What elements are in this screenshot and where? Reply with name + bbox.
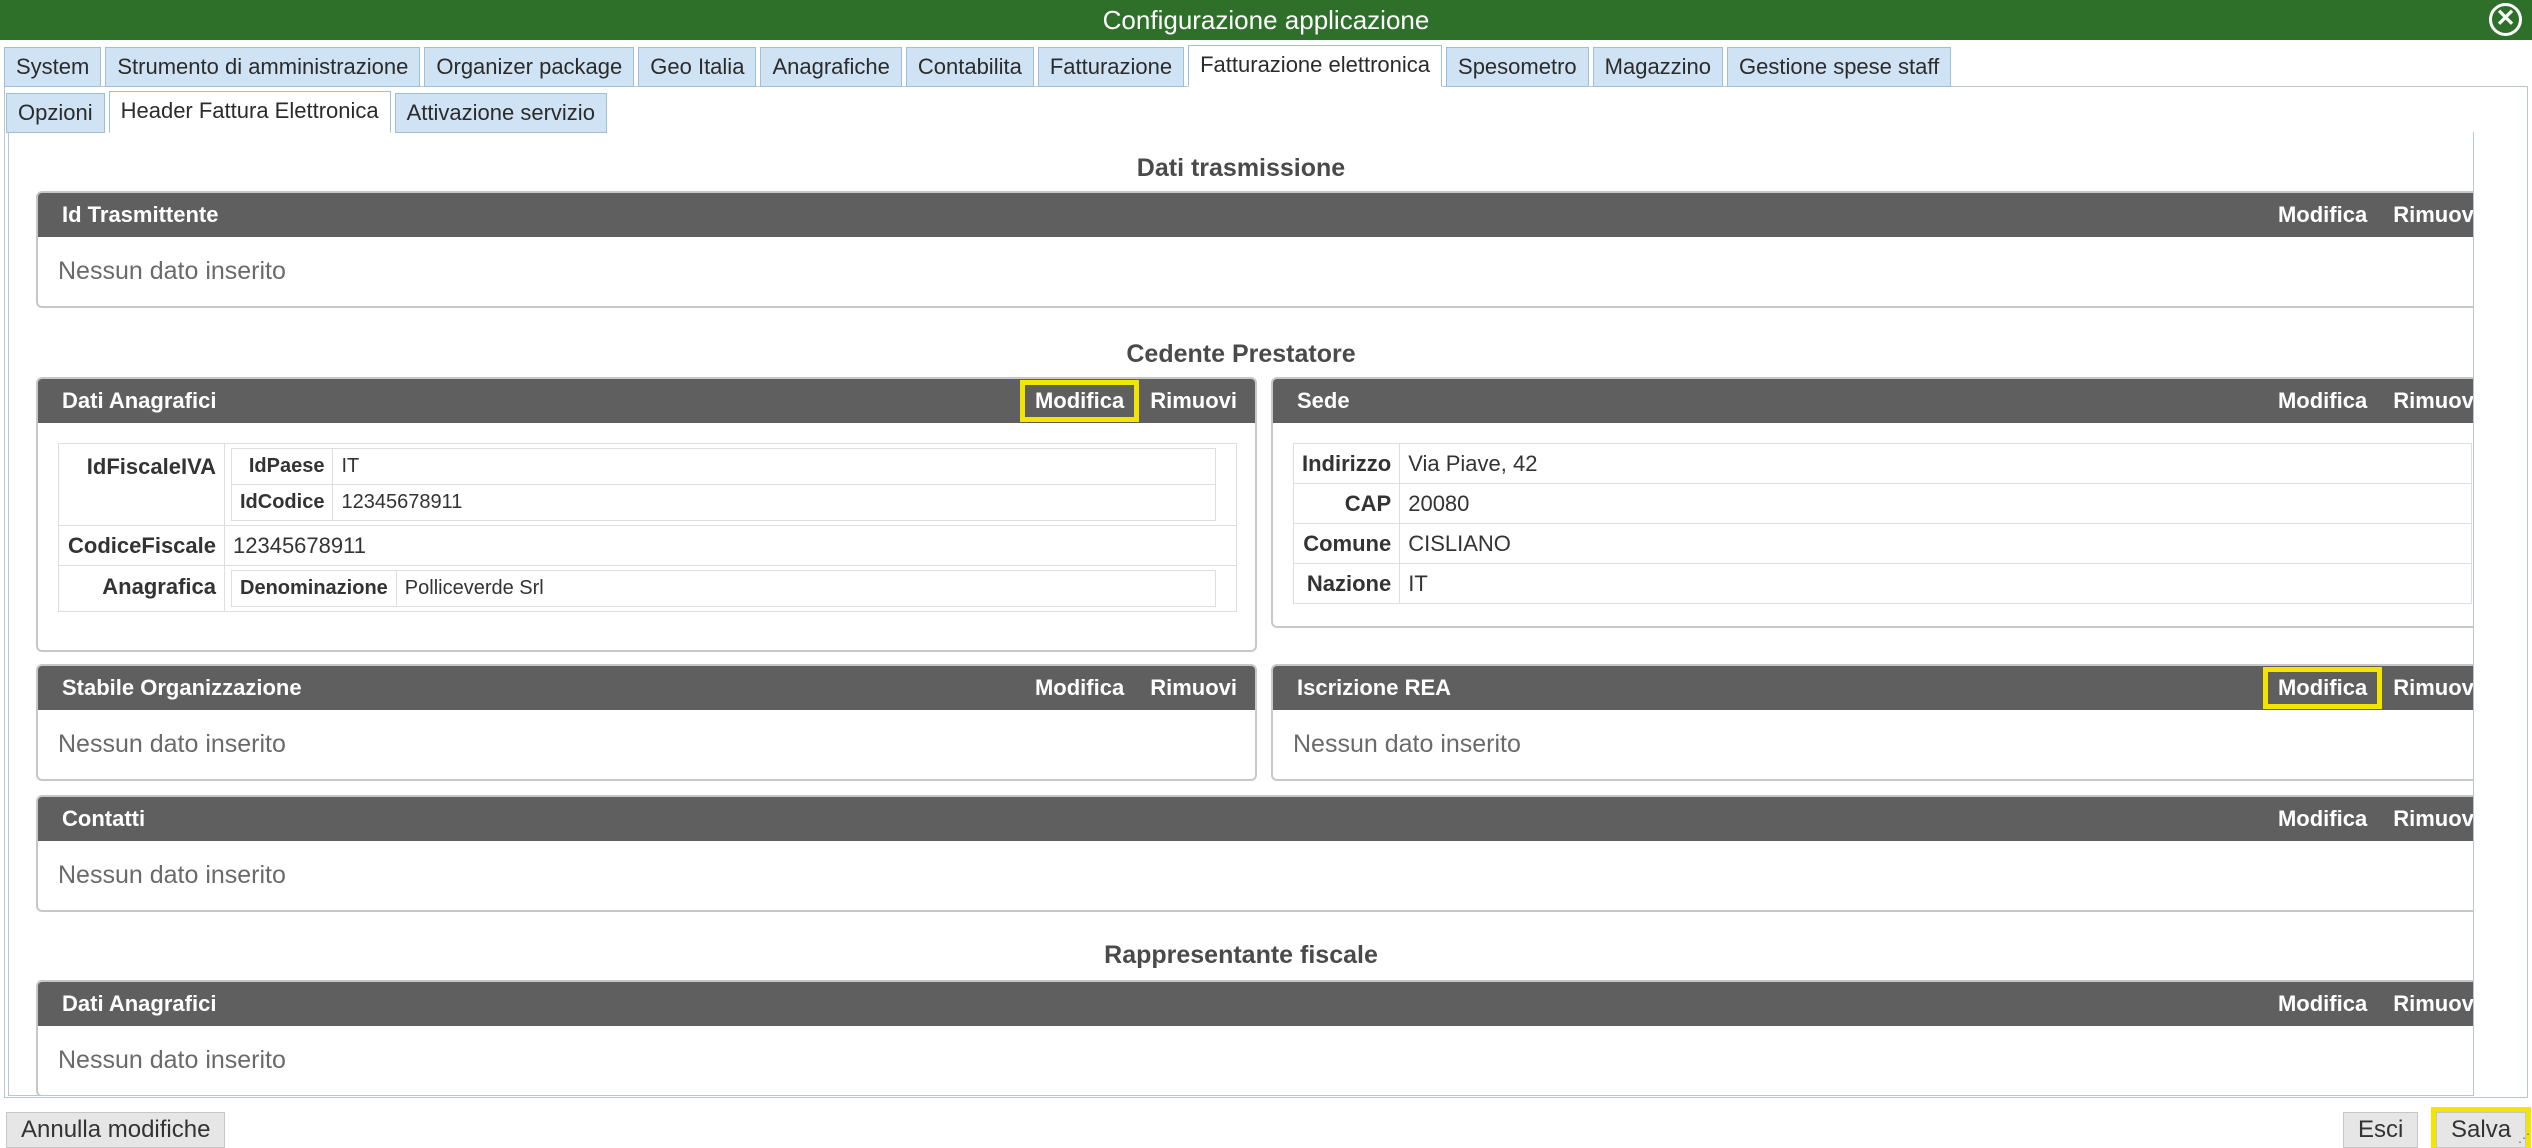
edit-button[interactable]: Modifica (2268, 385, 2377, 417)
panel-title: Stabile Organizzazione (62, 675, 302, 700)
remove-button[interactable]: Rimuovi (2383, 803, 2473, 835)
edit-button[interactable]: Modifica (2268, 199, 2377, 231)
field-value: IT (1399, 563, 2472, 604)
panel-header: Contatti Modifica Rimuovi (38, 797, 2473, 841)
section-title-cedente-prestatore: Cedente Prestatore (1126, 340, 1356, 368)
tab-contabilita[interactable]: Contabilita (905, 47, 1034, 87)
edit-button[interactable]: Modifica (1019, 380, 1140, 422)
field-label: CAP (1292, 483, 1401, 524)
panel-title: Id Trasmittente (62, 202, 219, 227)
window-title: Configurazione applicazione (1102, 5, 1430, 35)
panel-title: Dati Anagrafici (62, 388, 217, 413)
field-label: Anagrafica (58, 565, 225, 612)
field-value: CISLIANO (1399, 523, 2472, 564)
remove-button[interactable]: Rimuovi (1140, 385, 1247, 417)
field-label: Comune (1292, 523, 1401, 564)
tab-organizer-package[interactable]: Organizer package (424, 47, 635, 87)
field-value: IT (332, 448, 1216, 485)
field-value: 12345678911 (224, 525, 1237, 566)
panel-contatti: Contatti Modifica Rimuovi Nessun dato in… (36, 795, 2473, 912)
panel-header: Sede Modifica Rimuovi (1273, 379, 2473, 423)
tab-spesometro[interactable]: Spesometro (1446, 47, 1589, 87)
remove-button[interactable]: Rimuovi (2383, 385, 2473, 417)
empty-message: Nessun dato inserito (58, 257, 286, 285)
remove-button[interactable]: Rimuovi (2383, 988, 2473, 1020)
edit-button[interactable]: Modifica (2268, 988, 2377, 1020)
panel-stabile-organizzazione: Stabile Organizzazione Modifica Rimuovi … (36, 664, 1257, 781)
empty-message: Nessun dato inserito (1293, 730, 1521, 758)
tab-fatturazione-elettronica[interactable]: Fatturazione elettronica (1188, 45, 1443, 87)
panel-header: Iscrizione REA Modifica Rimuovi (1273, 666, 2473, 710)
sub-tabbar: Opzioni Header Fattura Elettronica Attiv… (6, 91, 611, 133)
tab-system[interactable]: System (4, 47, 102, 87)
subtab-opzioni[interactable]: Opzioni (6, 93, 105, 133)
header-fattura-form[interactable]: Dati trasmissione Id Trasmittente Modifi… (9, 133, 2473, 1095)
panel-title: Iscrizione REA (1297, 675, 1452, 700)
main-tabbar: System Strumento di amministrazione Orga… (4, 45, 1955, 87)
panel-id-trasmittente: Id Trasmittente Modifica Rimuovi Nessun … (36, 191, 2473, 308)
field-value: Via Piave, 42 (1399, 443, 2472, 484)
edit-button[interactable]: Modifica (2262, 667, 2383, 709)
edit-button[interactable]: Modifica (1025, 672, 1134, 704)
remove-button[interactable]: Rimuovi (2383, 672, 2473, 704)
sede-table: Indirizzo Via Piave, 42 CAP 20080 Comune… (1292, 443, 2472, 604)
panel-dati-anagrafici: Dati Anagrafici Modifica Rimuovi IdFisca… (36, 377, 1257, 652)
close-icon[interactable]: ✕ (2489, 3, 2522, 36)
panel-title: Contatti (62, 806, 146, 831)
tab-fatturazione[interactable]: Fatturazione (1037, 47, 1185, 87)
window-titlebar: Configurazione applicazione ✕ (0, 0, 2532, 40)
save-button[interactable]: Salva (2430, 1107, 2532, 1148)
remove-button[interactable]: Rimuovi (2383, 199, 2473, 231)
section-title-rappresentante-fiscale: Rappresentante fiscale (1104, 941, 1378, 969)
panel-rappresentante-dati-anagrafici: Dati Anagrafici Modifica Rimuovi Nessun … (36, 980, 2473, 1095)
tab-gestione-spese-staff[interactable]: Gestione spese staff (1727, 47, 1952, 87)
tab-anagrafiche[interactable]: Anagrafiche (760, 47, 902, 87)
field-value: 20080 (1399, 483, 2472, 524)
tab-magazzino[interactable]: Magazzino (1592, 47, 1724, 87)
subtab-header-fattura-elettronica[interactable]: Header Fattura Elettronica (108, 91, 391, 133)
field-value: 12345678911 (332, 484, 1216, 521)
panel-header: Stabile Organizzazione Modifica Rimuovi (38, 666, 1255, 710)
panel-title: Sede (1297, 388, 1350, 413)
panel-title: Dati Anagrafici (62, 991, 217, 1016)
cancel-changes-button[interactable]: Annulla modifiche (6, 1112, 226, 1148)
field-label: IdPaese (230, 448, 334, 485)
tab-strumento-amministrazione[interactable]: Strumento di amministrazione (105, 47, 421, 87)
footer-bar: Annulla modifiche Esci Salva ⋰ (0, 1104, 2532, 1148)
empty-message: Nessun dato inserito (58, 861, 286, 889)
field-label: Indirizzo (1292, 443, 1401, 484)
section-title-dati-trasmissione: Dati trasmissione (1136, 154, 1346, 182)
edit-button[interactable]: Modifica (2268, 803, 2377, 835)
panel-header: Dati Anagrafici Modifica Rimuovi (38, 982, 2473, 1026)
field-value: Polliceverde Srl (395, 570, 1217, 607)
panel-header: Dati Anagrafici Modifica Rimuovi (38, 379, 1255, 423)
empty-message: Nessun dato inserito (58, 1046, 286, 1074)
field-label: Nazione (1292, 563, 1401, 604)
tab-geo-italia[interactable]: Geo Italia (638, 47, 757, 87)
field-label: Denominazione (231, 570, 397, 607)
resize-grip-icon[interactable]: ⋰ (2518, 1132, 2530, 1144)
field-label: IdCodice (230, 484, 334, 521)
panel-iscrizione-rea: Iscrizione REA Modifica Rimuovi Nessun d… (1271, 664, 2473, 781)
empty-message: Nessun dato inserito (58, 730, 286, 758)
field-label: IdFiscaleIVA (58, 443, 225, 526)
subtab-attivazione-servizio[interactable]: Attivazione servizio (394, 93, 607, 133)
remove-button[interactable]: Rimuovi (1140, 672, 1247, 704)
panel-sede: Sede Modifica Rimuovi Indirizzo Via Piav… (1271, 377, 2473, 628)
exit-button[interactable]: Esci (2343, 1112, 2419, 1148)
dati-anagrafici-table: IdFiscaleIVA IdPaese IT IdCodice 1234567… (58, 443, 1237, 612)
panel-header: Id Trasmittente Modifica Rimuovi (38, 193, 2473, 237)
field-label: CodiceFiscale (58, 525, 225, 566)
